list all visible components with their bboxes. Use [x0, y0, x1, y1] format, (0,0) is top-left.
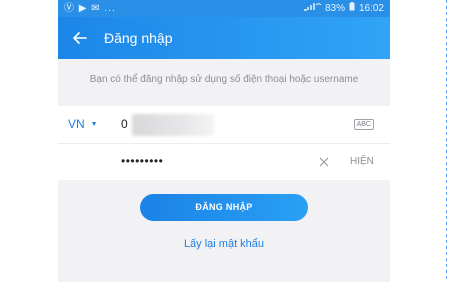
- phone-input[interactable]: 0: [121, 106, 128, 143]
- status-bar: Ⓥ ▶ ✉ ... 83% 16:02: [58, 0, 390, 17]
- password-input[interactable]: •••••••••: [121, 143, 163, 180]
- back-arrow-icon[interactable]: [70, 28, 90, 48]
- page-title: Đăng nhập: [104, 30, 173, 46]
- status-notification-icons: Ⓥ ▶ ✉ ...: [64, 3, 116, 14]
- redacted-phone-blur: [132, 114, 214, 136]
- login-hint-text: Bạn có thể đăng nhập sử dụng số điện tho…: [89, 74, 359, 85]
- clear-icon[interactable]: [318, 155, 330, 167]
- forgot-password-link[interactable]: Lấy lại mật khẩu: [58, 238, 390, 250]
- signal-icon: [303, 0, 322, 17]
- country-code-selector[interactable]: VN ▼: [68, 106, 98, 143]
- battery-icon: [349, 0, 355, 17]
- chevron-down-icon: ▼: [90, 121, 98, 128]
- battery-percent: 83%: [324, 3, 345, 14]
- show-password-button[interactable]: HIỆN: [350, 143, 374, 180]
- keyboard-mode-badge[interactable]: ABC: [353, 119, 374, 130]
- clock: 16:02: [358, 3, 384, 14]
- phone-row: VN ▼ 0 ABC: [58, 106, 390, 143]
- login-button[interactable]: ĐĂNG NHẬP: [140, 194, 308, 221]
- app-bar: Đăng nhập: [58, 17, 390, 59]
- dashed-border: [446, 0, 447, 282]
- login-form: VN ▼ 0 ABC ••••••••• HIỆN: [58, 106, 390, 180]
- login-screen: Ⓥ ▶ ✉ ... 83% 16:02 Đăng nhập Bạn có thể…: [58, 0, 390, 282]
- status-right: 83% 16:02: [303, 0, 384, 17]
- password-row: ••••••••• HIỆN: [58, 143, 390, 180]
- country-code-label: VN: [68, 117, 85, 131]
